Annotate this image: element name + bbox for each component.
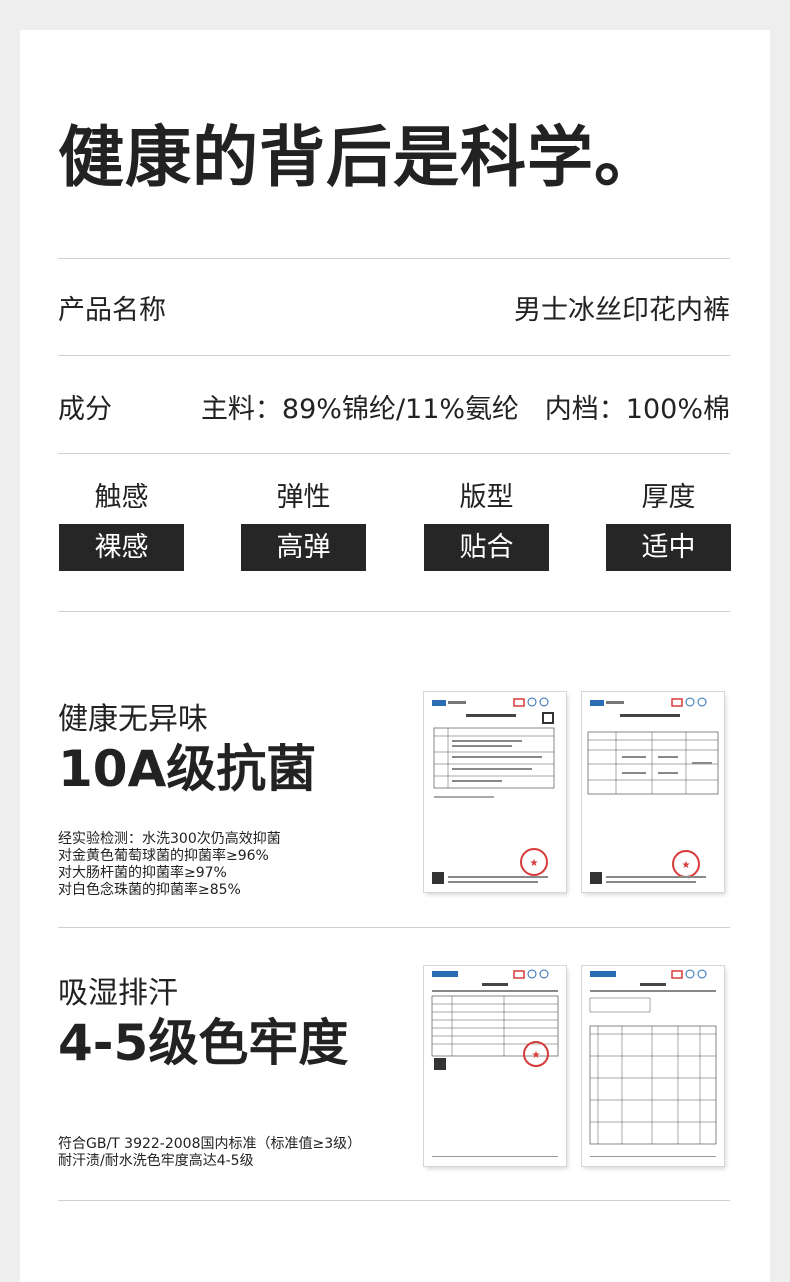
divider — [58, 927, 730, 928]
attribute-elasticity: 弹性 高弹 — [241, 480, 366, 571]
attribute-name: 弹性 — [276, 482, 331, 513]
composition-label: 成分 — [58, 394, 112, 425]
page-title: 健康的背后是科学。 — [58, 119, 661, 196]
detail-line: 对白色念珠菌的抑菌率≥85% — [58, 882, 241, 898]
divider — [58, 453, 730, 454]
attribute-touch: 触感 裸感 — [59, 480, 184, 571]
antibacterial-headline: 10A级抗菌 — [58, 740, 317, 798]
detail-line: 对金黄色葡萄球菌的抑菌率≥96% — [58, 848, 269, 864]
divider — [58, 258, 730, 259]
product-name-value: 男士冰丝印花内裤 — [514, 295, 730, 326]
svg-text:★: ★ — [532, 1050, 541, 1061]
composition-value: 主料：89%锦纶/11%氨纶 内档：100%棉 — [200, 394, 730, 425]
colorfastness-headline: 4-5级色牢度 — [58, 1014, 349, 1072]
detail-line: 耐汗渍/耐水洗色牢度高达4-5级 — [58, 1153, 254, 1169]
detail-line: 对大肠杆菌的抑菌率≥97% — [58, 865, 227, 881]
attribute-badge: 贴合 — [424, 524, 549, 571]
product-name-label: 产品名称 — [58, 295, 166, 326]
detail-line: 符合GB/T 3922-2008国内标准（标准值≥3级） — [58, 1136, 362, 1152]
svg-text:★: ★ — [682, 860, 691, 871]
attribute-name: 厚度 — [641, 482, 696, 513]
detail-line: 经实验检测：水洗300次仍高效抑菌 — [58, 831, 281, 847]
attribute-badge: 适中 — [606, 524, 731, 571]
attribute-fit: 版型 贴合 — [424, 480, 549, 571]
attribute-name: 触感 — [94, 482, 149, 513]
colorfastness-details: 符合GB/T 3922-2008国内标准（标准值≥3级） 耐汗渍/耐水洗色牢度高… — [58, 1136, 361, 1170]
antibacterial-details: 经实验检测：水洗300次仍高效抑菌 对金黄色葡萄球菌的抑菌率≥96% 对大肠杆菌… — [58, 831, 281, 899]
attribute-thickness: 厚度 适中 — [606, 480, 731, 571]
svg-text:★: ★ — [530, 858, 539, 869]
attribute-badge: 裸感 — [59, 524, 184, 571]
divider — [58, 611, 730, 612]
divider — [58, 355, 730, 356]
attribute-name: 版型 — [459, 482, 514, 513]
divider — [58, 1200, 730, 1201]
test-report-document-icon: ★ — [424, 966, 566, 1166]
test-report-document-icon — [582, 966, 724, 1166]
test-report-document-icon: ★ — [424, 692, 566, 892]
test-report-document-icon: ★ — [582, 692, 724, 892]
attribute-badge: 高弹 — [241, 524, 366, 571]
